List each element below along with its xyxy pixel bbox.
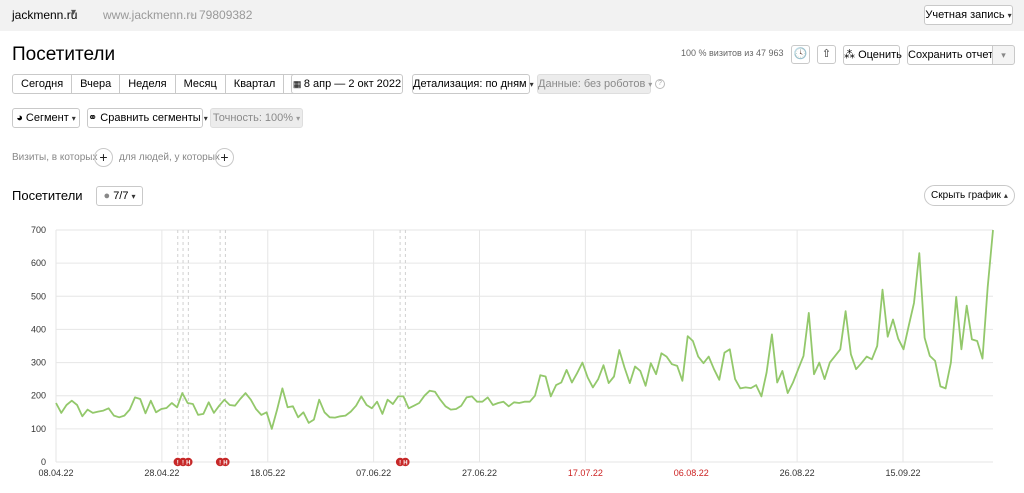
annotation-marker-label: ! (219, 461, 221, 467)
x-tick-label: 15.09.22 (885, 468, 920, 478)
rate-button[interactable]: ⁂ Оценить (843, 45, 902, 65)
annotations-dropdown[interactable]: ● 7/7 ▾ (96, 186, 143, 206)
x-tick-label: 08.04.22 (38, 468, 73, 478)
pie-icon: ◕ (16, 112, 26, 124)
separator: • (190, 8, 195, 22)
hide-chart-label: Скрыть график (931, 190, 1001, 201)
chevron-up-icon: ▴ (1003, 191, 1008, 200)
period-month[interactable]: Месяц (174, 74, 226, 94)
top-bar: jackmenn.ru ▾ www.jackmenn.ru • 79809382… (0, 0, 1024, 31)
x-tick-label: 28.04.22 (144, 468, 179, 478)
y-tick-label: 200 (31, 391, 46, 401)
site-name[interactable]: jackmenn.ru (12, 8, 77, 22)
visits-filter-label: Визиты, в которых (12, 152, 98, 163)
counter-id: 79809382 (199, 8, 253, 22)
accuracy-dropdown[interactable]: Точность: 100% ▾ (210, 108, 303, 128)
accuracy-label: Точность: 100% (212, 112, 294, 124)
y-tick-label: 0 (41, 457, 46, 467)
chevron-down-icon: ▾ (296, 114, 301, 123)
annotation-marker-label: ! (182, 461, 184, 467)
period-yesterday[interactable]: Вчера (71, 74, 121, 94)
export-button[interactable]: ⇧ (817, 45, 836, 64)
x-tick-label: 17.07.22 (568, 468, 603, 478)
x-tick-label: 06.08.22 (674, 468, 709, 478)
comment-icon: ● (103, 190, 114, 202)
annotation-marker-label: H (186, 461, 190, 467)
compare-icon: ⚭ (88, 112, 101, 124)
add-people-filter-button[interactable]: + (215, 148, 234, 167)
segment-dropdown[interactable]: ◕ Сегмент ▾ (12, 108, 80, 128)
annotation-marker-label: H (223, 461, 227, 467)
x-tick-label: 26.08.22 (780, 468, 815, 478)
save-report-button[interactable]: Сохранить отчет (907, 45, 993, 65)
hide-chart-button[interactable]: Скрыть график ▴ (924, 185, 1015, 206)
date-range-button[interactable]: ▦ 8 апр — 2 окт 2022 (291, 74, 403, 94)
segment-label: Сегмент (25, 112, 69, 124)
y-tick-label: 700 (31, 225, 46, 235)
period-quarter[interactable]: Квартал (224, 74, 285, 94)
y-tick-label: 300 (31, 358, 46, 368)
chevron-down-icon: ▾ (529, 80, 534, 89)
visits-info: 100 % визитов из 47 963 (681, 48, 784, 58)
page-title: Посетители (12, 44, 116, 65)
help-icon[interactable]: ? (655, 79, 665, 89)
y-tick-label: 100 (31, 424, 46, 434)
period-today[interactable]: Сегодня (12, 74, 73, 94)
rate-icon: ⁂ (844, 49, 859, 61)
chevron-down-icon: ▾ (1001, 50, 1006, 60)
date-range-label: 8 апр — 2 окт 2022 (303, 78, 402, 90)
x-tick-label: 18.05.22 (250, 468, 285, 478)
share-icon: ⇧ (821, 48, 832, 60)
save-options-button[interactable]: ▾ (992, 45, 1015, 65)
detail-label: Детализация: по дням (413, 78, 527, 90)
visitors-line-chart: 0 100 200 300 400 500 600 700 08.04.22 28.04.22 18… (31, 225, 994, 478)
compare-segments-dropdown[interactable]: ⚭ Сравнить сегменты ▾ (87, 108, 208, 128)
chevron-down-icon: ▾ (131, 192, 136, 201)
x-tick-label: 27.06.22 (462, 468, 497, 478)
annotation-marker-label: ! (177, 461, 179, 467)
plus-icon: + (220, 149, 229, 165)
annotation-marker-label: H (403, 461, 407, 467)
y-tick-label: 600 (31, 258, 46, 268)
detail-dropdown[interactable]: Детализация: по дням ▾ (412, 74, 534, 94)
people-filter-label: для людей, у которых (119, 152, 220, 163)
compare-label: Сравнить сегменты (100, 112, 201, 124)
data-label: Данные: без роботов (538, 78, 646, 90)
y-tick-label: 500 (31, 291, 46, 301)
calendar-icon: ▦ (292, 79, 304, 89)
chevron-down-icon: ▾ (1007, 11, 1012, 20)
annotation-marker-label: ! (399, 461, 401, 467)
chevron-down-icon: ▾ (203, 114, 208, 123)
period-group: Сегодня Вчера Неделя Месяц Квартал Год (12, 74, 319, 94)
chevron-down-icon: ▾ (648, 80, 653, 89)
account-button[interactable]: Учетная запись ▾ (924, 5, 1013, 25)
plus-icon: + (99, 149, 108, 165)
annotations-count: 7/7 (113, 190, 129, 202)
chevron-down-icon[interactable]: ▾ (71, 7, 76, 18)
chart-title: Посетители (12, 188, 83, 203)
history-button[interactable]: 🕓 (791, 45, 810, 64)
clock-icon: 🕓 (793, 48, 808, 60)
data-filter-dropdown[interactable]: Данные: без роботов ▾ (537, 74, 653, 94)
y-tick-label: 400 (31, 324, 46, 334)
site-url: www.jackmenn.ru (103, 8, 198, 22)
add-visits-filter-button[interactable]: + (94, 148, 113, 167)
chevron-down-icon: ▾ (71, 114, 76, 123)
account-label: Учетная запись (925, 9, 1005, 21)
x-tick-label: 07.06.22 (356, 468, 391, 478)
period-week[interactable]: Неделя (119, 74, 176, 94)
rate-label: Оценить (858, 49, 902, 61)
